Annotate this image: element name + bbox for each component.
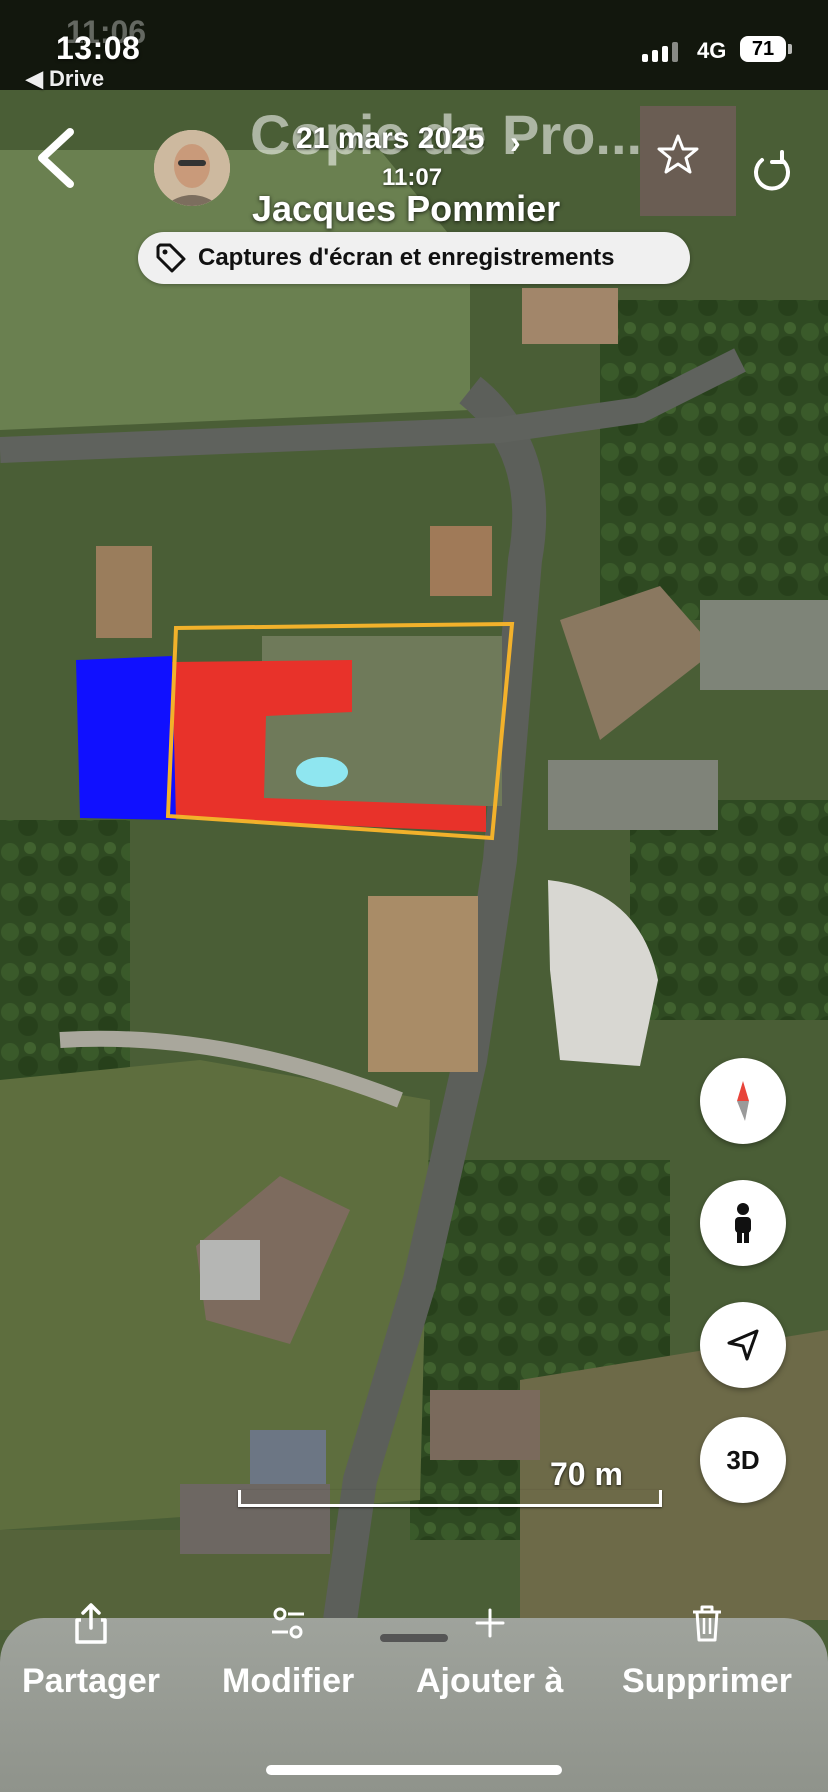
blue-zone: [76, 656, 176, 820]
map-scale-bar: [238, 1490, 662, 1507]
street-view-button[interactable]: [700, 1180, 786, 1266]
3d-button[interactable]: 3D: [700, 1417, 786, 1503]
battery-level: 71: [751, 38, 775, 60]
back-button[interactable]: [30, 126, 84, 190]
person-photo-icon: [154, 130, 230, 206]
album-tag-label: Captures d'écran et enregistrements: [198, 244, 615, 271]
cellular-signal-icon: [642, 42, 678, 62]
3d-label: 3D: [726, 1444, 760, 1475]
avatar: [154, 130, 230, 206]
compass-icon: [737, 1081, 749, 1121]
star-icon: [657, 134, 699, 174]
battery-nub-icon: [788, 44, 792, 54]
compass-button[interactable]: [700, 1058, 786, 1144]
sliders-icon: [272, 1607, 305, 1639]
locate-button[interactable]: [700, 1302, 786, 1388]
chevron-right-icon: ›: [510, 124, 521, 160]
reset-view-button[interactable]: [748, 146, 796, 194]
plus-icon: [475, 1608, 505, 1638]
battery-indicator: 71: [740, 36, 786, 62]
map-scale-label: 70 m: [550, 1456, 623, 1492]
delete-label: Supprimer: [622, 1662, 793, 1700]
navigation-arrow-icon: [727, 1329, 759, 1361]
owner-name: Jacques Pommier: [252, 188, 561, 229]
rotate-icon: [754, 150, 790, 191]
person-icon: [735, 1203, 751, 1243]
delete-button[interactable]: Supprimer: [622, 1602, 792, 1701]
home-indicator[interactable]: [266, 1765, 562, 1775]
share-button[interactable]: Partager: [22, 1602, 160, 1701]
share-icon: [75, 1603, 107, 1644]
photo-date[interactable]: 21 mars 2025: [296, 122, 485, 156]
favorite-button[interactable]: [656, 132, 700, 176]
chevron-left-icon: [38, 128, 74, 188]
add-to-label: Ajouter à: [416, 1662, 564, 1700]
trash-icon: [693, 1605, 722, 1642]
network-type: 4G: [697, 38, 727, 63]
edit-button[interactable]: Modifier: [222, 1602, 354, 1701]
tag-icon: [156, 243, 186, 273]
status-time: 13:08: [56, 30, 141, 66]
edit-label: Modifier: [222, 1662, 355, 1700]
add-to-button[interactable]: Ajouter à: [416, 1602, 563, 1701]
album-tag-chip[interactable]: Captures d'écran et enregistrements: [138, 232, 690, 284]
share-label: Partager: [22, 1662, 160, 1700]
back-to-app-link[interactable]: ◀ Drive: [26, 66, 104, 92]
